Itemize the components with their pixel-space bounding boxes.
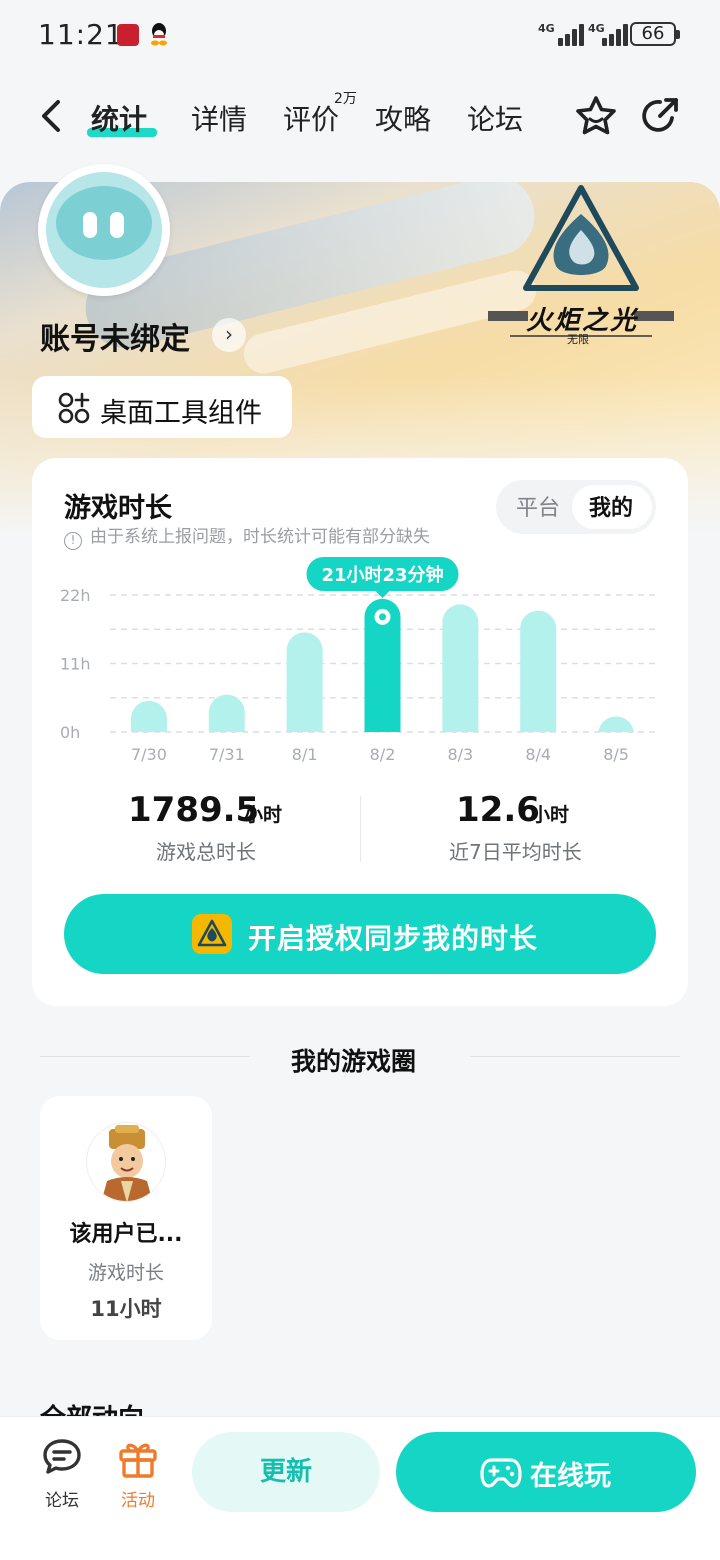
play-online-label: 在线玩	[530, 1461, 611, 1492]
qq-app-icon	[151, 23, 167, 46]
avg-playtime-label: 近7日平均时长	[449, 840, 582, 864]
info-icon: !	[64, 532, 82, 550]
widgets-icon	[58, 392, 90, 424]
chart-bar	[208, 694, 245, 732]
signal-label: 4G	[538, 22, 555, 35]
signal-icon: 4G	[588, 22, 634, 46]
chevron-right-icon[interactable]: ›	[212, 318, 246, 352]
tab-guides[interactable]: 攻略	[375, 98, 431, 138]
y-tick-label: 11h	[60, 655, 91, 674]
tab-forum[interactable]: 论坛	[467, 98, 523, 138]
star-icon[interactable]	[572, 94, 620, 138]
x-tick-label: 8/2	[370, 745, 396, 764]
game-logo-subtitle: 无限	[567, 333, 589, 346]
segment-mine[interactable]: 我的	[589, 490, 633, 522]
account-name[interactable]: 账号未绑定	[40, 314, 190, 358]
game-app-icon	[192, 914, 232, 954]
divider	[470, 1056, 680, 1057]
x-tick-label: 8/4	[525, 745, 551, 764]
card-title: 游戏时长	[64, 493, 172, 524]
tab-stats[interactable]: 统计	[91, 98, 147, 138]
gift-icon[interactable]	[116, 1436, 160, 1480]
chart-bar	[130, 700, 167, 732]
playtime-notice: ! 由于系统上报问题，时长统计可能有部分缺失	[64, 522, 430, 550]
circle-item-subtitle: 游戏时长	[87, 1262, 164, 1284]
x-tick-label: 8/3	[447, 745, 473, 764]
desktop-widget-label: 桌面工具组件	[100, 398, 262, 429]
game-circle-title: 我的游戏圈	[291, 1047, 417, 1076]
avatar-face	[56, 186, 152, 260]
total-playtime-label: 游戏总时长	[156, 840, 256, 864]
total-playtime-value: 1789.5	[128, 790, 260, 830]
chart-bar	[442, 604, 479, 732]
sync-button-label: 开启授权同步我的时长	[248, 922, 539, 955]
share-icon[interactable]	[638, 94, 682, 138]
avg-playtime-unit: 小时	[531, 804, 570, 826]
chart-bar	[598, 716, 635, 735]
highlight-tooltip-label: 21小时23分钟	[321, 564, 443, 586]
chart-bar	[286, 632, 323, 732]
gamepad-icon	[480, 1458, 522, 1488]
segment-platform[interactable]: 平台	[516, 490, 560, 522]
chart-bar	[520, 610, 557, 732]
battery-indicator: 66	[630, 22, 676, 46]
forum-icon[interactable]	[40, 1436, 84, 1480]
status-time: 11:21	[38, 18, 124, 51]
stat-divider	[360, 796, 361, 862]
x-tick-label: 8/1	[292, 745, 318, 764]
divider	[40, 1056, 250, 1057]
playtime-bar-chart: 22h 11h 0h 7/30 7/31 8/1 8/2 21小时23分钟 8/3 8/4 8/5	[60, 557, 655, 764]
signal-icon: 4G	[538, 22, 584, 46]
signal-label: 4G	[588, 22, 605, 35]
back-icon[interactable]	[36, 96, 70, 136]
avg-playtime-value: 12.6	[456, 790, 540, 830]
highlight-marker-dot	[379, 613, 386, 621]
circle-item-name: 该用户已...	[69, 1222, 183, 1247]
reviews-count-badge: 2万	[334, 91, 357, 107]
forum-label: 论坛	[45, 1491, 79, 1511]
x-tick-label: 7/31	[209, 745, 245, 764]
avatar-eye	[110, 212, 124, 238]
notice-text: 由于系统上报问题，时长统计可能有部分缺失	[90, 527, 430, 547]
x-tick-label: 7/30	[131, 745, 167, 764]
tab-reviews[interactable]: 评价	[283, 98, 339, 138]
circle-item-playtime: 11小时	[90, 1297, 162, 1321]
activity-label: 活动	[121, 1491, 155, 1511]
y-tick-label: 0h	[60, 723, 80, 742]
tab-details[interactable]: 详情	[191, 98, 247, 138]
x-tick-label: 8/5	[603, 745, 629, 764]
update-button[interactable]: 更新	[192, 1432, 380, 1512]
character-avatar-image	[101, 1125, 153, 1201]
battery-tip	[676, 30, 680, 39]
y-tick-label: 22h	[60, 586, 91, 605]
total-playtime-unit: 小时	[244, 804, 283, 826]
avatar-eye	[83, 212, 97, 238]
character-avatar	[86, 1122, 166, 1202]
huawei-app-icon	[117, 24, 139, 46]
